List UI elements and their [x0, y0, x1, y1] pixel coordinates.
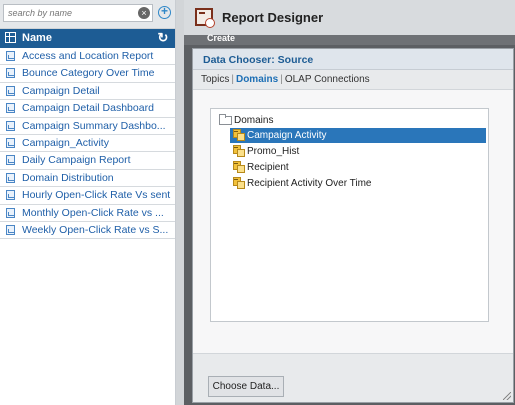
report-icon	[6, 155, 15, 166]
tab-olap-connections[interactable]: OLAP Connections	[285, 74, 370, 85]
list-item-label[interactable]: Campaign Summary Dashbo...	[22, 120, 166, 132]
tree-item[interactable]: Recipient	[230, 160, 430, 175]
list-item[interactable]: Campaign Summary Dashbo...	[0, 118, 175, 135]
folder-icon	[219, 114, 232, 125]
tree-item-label: Recipient Activity Over Time	[247, 178, 372, 189]
tree-item-label: Recipient	[247, 162, 289, 173]
report-icon	[6, 68, 15, 79]
tab-topics[interactable]: Topics	[201, 74, 229, 85]
search-bar: × +	[0, 0, 175, 29]
list-item-label[interactable]: Campaign_Activity	[22, 137, 109, 149]
report-designer-icon	[195, 8, 215, 28]
name-column-header: Name	[22, 32, 52, 44]
resize-grip-icon[interactable]	[503, 392, 511, 400]
report-icon	[6, 85, 15, 96]
tab-separator: |	[280, 74, 283, 85]
add-icon[interactable]: +	[158, 5, 171, 19]
list-item-label[interactable]: Monthly Open-Click Rate vs ...	[22, 207, 164, 219]
domain-icon	[233, 129, 245, 141]
tree-item-label: Campaign Activity	[247, 130, 327, 141]
list-item-label[interactable]: Domain Distribution	[22, 172, 114, 184]
list-item-label[interactable]: Campaign Detail Dashboard	[22, 102, 154, 114]
designer-header: Report Designer	[184, 0, 515, 35]
list-item-label[interactable]: Access and Location Report	[22, 50, 153, 62]
list-item[interactable]: Hourly Open-Click Rate Vs sent	[0, 187, 175, 205]
page-title: Report Designer	[222, 10, 324, 25]
list-item[interactable]: Campaign Detail Dashboard	[0, 100, 175, 118]
list-header[interactable]: Name ↻	[0, 29, 175, 48]
report-icon	[6, 172, 15, 183]
list-item[interactable]: Access and Location Report	[0, 48, 175, 66]
report-icon	[6, 120, 15, 131]
tab-separator: |	[231, 74, 234, 85]
domain-icon	[233, 145, 245, 157]
tab-domains[interactable]: Domains	[236, 74, 278, 85]
splitter[interactable]	[176, 0, 184, 405]
list-item[interactable]: Campaign_Activity	[0, 135, 175, 153]
list-item-label[interactable]: Bounce Category Over Time	[22, 67, 154, 79]
list-item-label[interactable]: Hourly Open-Click Rate Vs sent	[22, 189, 170, 201]
domain-icon	[233, 161, 245, 173]
report-list-panel: × + Name ↻ Access and Location Report Bo…	[0, 0, 176, 405]
report-icon	[6, 207, 15, 218]
dialog-title-bar[interactable]: Data Chooser: Source	[193, 49, 513, 70]
tree-item-label: Promo_Hist	[247, 146, 300, 157]
report-icon	[6, 137, 15, 148]
list-item[interactable]: Weekly Open-Click Rate vs S...	[0, 222, 175, 240]
tree-item[interactable]: Campaign Activity	[230, 128, 486, 143]
dialog-footer: Choose Data...	[193, 354, 513, 402]
list-item[interactable]: Daily Campaign Report	[0, 152, 175, 170]
report-icon	[6, 103, 15, 114]
dialog-body: Domains Campaign Activity Promo_Hist Rec…	[193, 89, 513, 354]
report-icon	[6, 224, 15, 235]
create-bar: Create	[184, 33, 515, 45]
list-item[interactable]: Domain Distribution	[0, 170, 175, 188]
list-item[interactable]: Campaign Detail	[0, 83, 175, 101]
tree-root[interactable]: Domains	[217, 113, 337, 128]
data-chooser-dialog: Data Chooser: Source Topics | Domains | OLAP…	[192, 48, 514, 403]
choose-data-button[interactable]: Choose Data...	[208, 376, 284, 397]
list-item-label[interactable]: Daily Campaign Report	[22, 154, 131, 166]
report-list: Access and Location Report Bounce Catego…	[0, 48, 175, 240]
list-item[interactable]: Bounce Category Over Time	[0, 65, 175, 83]
search-box[interactable]: ×	[3, 4, 153, 22]
dialog-title: Data Chooser: Source	[203, 54, 314, 66]
report-icon	[6, 51, 15, 61]
search-input[interactable]	[8, 6, 136, 20]
list-item-label[interactable]: Weekly Open-Click Rate vs S...	[22, 224, 168, 236]
create-label: Create	[207, 33, 236, 43]
source-tabs: Topics | Domains | OLAP Connections	[201, 74, 370, 85]
refresh-icon[interactable]: ↻	[156, 31, 170, 45]
list-item-label[interactable]: Campaign Detail	[22, 85, 100, 97]
tree-item[interactable]: Promo_Hist	[230, 144, 430, 159]
domain-icon	[233, 177, 245, 189]
tree-item[interactable]: Recipient Activity Over Time	[230, 176, 430, 191]
domain-tree: Domains Campaign Activity Promo_Hist Rec…	[210, 108, 489, 322]
grid-icon	[5, 32, 16, 43]
report-icon	[6, 190, 15, 201]
clear-search-icon[interactable]: ×	[138, 7, 150, 19]
tree-root-label: Domains	[234, 115, 274, 126]
list-item[interactable]: Monthly Open-Click Rate vs ...	[0, 205, 175, 222]
